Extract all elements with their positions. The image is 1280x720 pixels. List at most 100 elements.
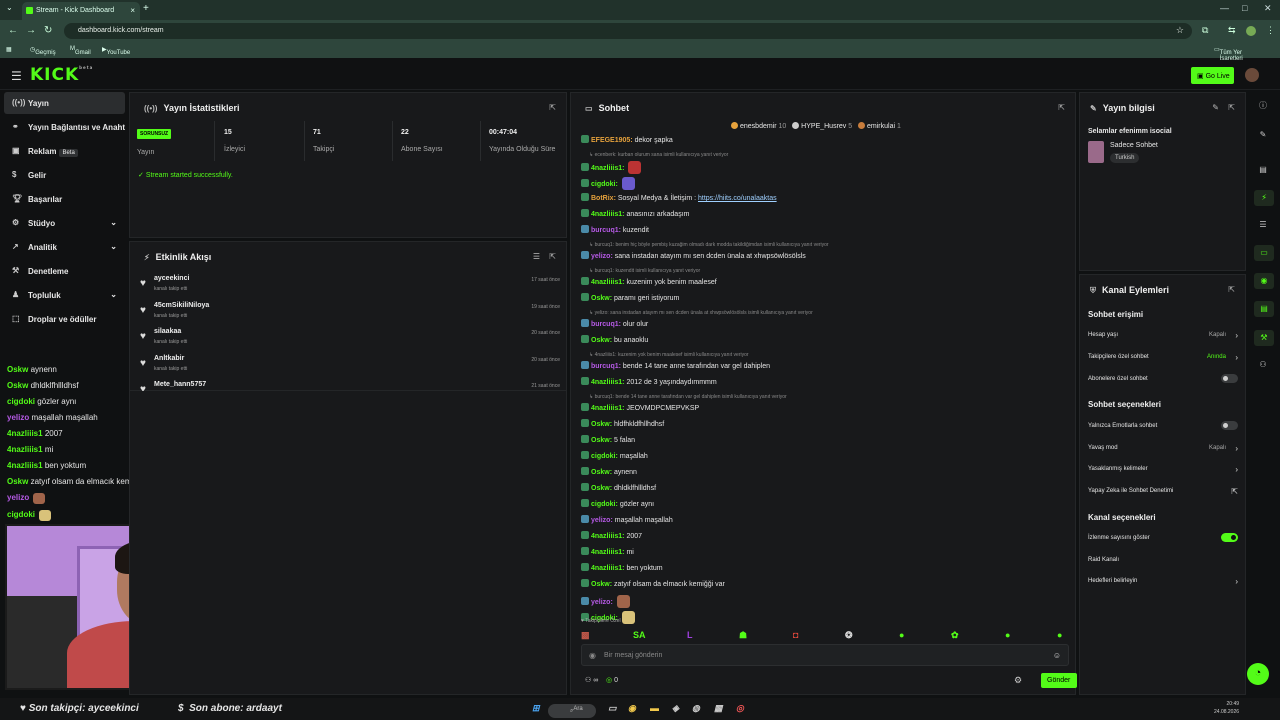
stats-icon[interactable]: ▤ bbox=[1250, 165, 1276, 174]
kick-logo[interactable]: KICKbeta bbox=[30, 65, 93, 85]
sidebar-item-stream[interactable]: ((•)) Yayın bbox=[4, 92, 125, 114]
chat-username[interactable]: yelizo bbox=[591, 517, 610, 524]
chat-username[interactable]: Oskw bbox=[591, 437, 610, 444]
goals-setting[interactable]: Hedefleri belirleyin › bbox=[1088, 577, 1240, 586]
sidebar-item-ads[interactable]: ▣ Reklam Beta bbox=[4, 140, 125, 162]
emote-icon[interactable]: ☗ bbox=[739, 630, 747, 641]
slow-mode-setting[interactable]: Yavaş mod Kapalı › bbox=[1088, 444, 1240, 453]
obs-icon[interactable]: ▦ bbox=[714, 703, 723, 714]
sidebar-item-stream-key[interactable]: ⚭ Yayın Bağlantısı ve Anahtarı bbox=[4, 116, 125, 138]
bookmark-youtube[interactable]: ▶ YouTube bbox=[102, 46, 130, 56]
chat-username[interactable]: Oskw bbox=[591, 421, 610, 428]
extensions-icon[interactable]: ⧉ bbox=[1202, 25, 1208, 36]
go-live-button[interactable]: ▣ Go Live bbox=[1191, 67, 1234, 84]
emote-icon[interactable]: ✿ bbox=[951, 630, 959, 641]
broadcast-icon[interactable]: ◉ bbox=[1254, 273, 1274, 289]
chat-username[interactable]: burcuq1 bbox=[591, 227, 619, 234]
sidebar-item-revenue[interactable]: $ Gelir bbox=[4, 164, 125, 186]
info-icon[interactable]: ⓘ bbox=[1250, 100, 1276, 111]
list-icon[interactable]: ☰ bbox=[1250, 220, 1276, 229]
raid-setting[interactable]: Raid Kanalı bbox=[1088, 557, 1240, 563]
followers-only-setting[interactable]: Takipçilere özel sohbet Anında › bbox=[1088, 353, 1240, 362]
popout-icon[interactable]: ⇱ bbox=[1058, 103, 1065, 112]
all-bookmarks[interactable]: ▭ Tüm Yer İşaretleri bbox=[1214, 46, 1243, 62]
tab-list-icon[interactable]: ⌄ bbox=[6, 3, 13, 12]
emotes-only-toggle[interactable] bbox=[1221, 421, 1238, 430]
chat-input[interactable]: ◉ Bir mesaj gönderin ☺ bbox=[581, 644, 1069, 666]
popout-icon[interactable]: ⇱ bbox=[549, 103, 556, 112]
chat-username[interactable]: BotRix bbox=[591, 195, 614, 202]
sidebar-item-drops[interactable]: ⬚ Droplar ve ödüller bbox=[4, 308, 125, 330]
chat-username[interactable]: cigdoki bbox=[591, 181, 616, 188]
maximize-icon[interactable]: □ bbox=[1242, 3, 1247, 13]
gear-icon[interactable]: ⚙ bbox=[1014, 675, 1022, 686]
edit-icon[interactable]: ✎ bbox=[1250, 130, 1276, 139]
taskbar-search[interactable]: ⌕ Ara bbox=[548, 704, 596, 718]
chat-username[interactable]: Oskw bbox=[591, 485, 610, 492]
chat-username[interactable]: Oskw bbox=[591, 469, 610, 476]
chat-username[interactable]: cigdoki bbox=[591, 453, 616, 460]
chat-username[interactable]: yelizo bbox=[591, 599, 610, 606]
show-viewers-toggle[interactable] bbox=[1221, 533, 1238, 542]
community-icon[interactable]: ⚇ bbox=[1250, 360, 1276, 369]
emote-icon[interactable]: ◘ bbox=[793, 630, 798, 640]
sidebar-item-studio[interactable]: ⚙ Stüdyo ⌄ bbox=[4, 212, 125, 234]
emote-icon[interactable]: ❂ bbox=[845, 630, 853, 641]
profile-avatar[interactable] bbox=[1246, 26, 1256, 36]
chrome-icon[interactable]: ◉ bbox=[628, 703, 636, 714]
event-user[interactable]: ayceekinci bbox=[154, 275, 189, 282]
chat-username[interactable]: 4nazliiis1 bbox=[591, 405, 622, 412]
folder-icon[interactable]: ▬ bbox=[650, 703, 659, 713]
new-tab-icon[interactable]: + bbox=[143, 3, 149, 14]
chat-username[interactable]: EFEGE1905 bbox=[591, 137, 630, 144]
event-user[interactable]: Anltkabir bbox=[154, 355, 184, 362]
popout-icon[interactable]: ⇱ bbox=[1228, 103, 1235, 112]
close-window-icon[interactable]: ✕ bbox=[1264, 3, 1272, 14]
chat-username[interactable]: 4nazliiis1 bbox=[591, 565, 622, 572]
banned-words-setting[interactable]: Yasaklanmış kelimeler › bbox=[1088, 465, 1240, 474]
back-icon[interactable]: ← bbox=[8, 25, 18, 36]
edit-icon[interactable]: ✎ bbox=[1212, 103, 1219, 112]
event-user[interactable]: silaakaa bbox=[154, 328, 181, 335]
popout-icon[interactable]: ⇱ bbox=[549, 252, 556, 261]
popout-icon[interactable]: ⇱ bbox=[1228, 285, 1235, 294]
reload-icon[interactable]: ↻ bbox=[44, 25, 52, 36]
sidebar-item-analytics[interactable]: ↗ Analitik ⌄ bbox=[4, 236, 125, 258]
moderation-icon[interactable]: ⚒ bbox=[1254, 330, 1274, 346]
emote-icon[interactable]: ▩ bbox=[581, 630, 590, 641]
send-button[interactable]: Gönder bbox=[1041, 673, 1077, 688]
app-icon[interactable]: ◎ bbox=[736, 703, 744, 714]
emote-icon[interactable]: ● bbox=[899, 630, 904, 640]
help-chat-icon[interactable]: ◔ bbox=[1247, 663, 1269, 685]
sidebar-item-achievements[interactable]: 🏆︎ Başarılar bbox=[4, 188, 125, 210]
top-gifter[interactable]: emirkulai 1 bbox=[858, 122, 901, 130]
menu-dots-icon[interactable]: ⋮ bbox=[1266, 25, 1275, 36]
chat-username[interactable]: Oskw bbox=[591, 581, 610, 588]
activity-icon[interactable]: ⚡︎ bbox=[1254, 190, 1274, 206]
chat-username[interactable]: 4nazliiis1 bbox=[591, 165, 622, 172]
chat-username[interactable]: burcuq1 bbox=[591, 321, 619, 328]
sidebar-item-community[interactable]: ♟ Topluluk ⌄ bbox=[4, 284, 125, 306]
top-gifter[interactable]: enesbdemir 10 bbox=[731, 122, 786, 130]
minimize-icon[interactable]: — bbox=[1220, 3, 1229, 13]
discord-icon[interactable]: ◈ bbox=[672, 703, 679, 714]
forward-icon[interactable]: → bbox=[26, 25, 36, 36]
chat-username[interactable]: 4nazliiis1 bbox=[591, 549, 622, 556]
ai-moderation-setting[interactable]: Yapay Zeka ile Sohbet Denetimi ⇱ bbox=[1088, 487, 1240, 496]
bookmark-gmail[interactable]: M Gmail bbox=[70, 46, 91, 56]
chat-username[interactable]: burcuq1 bbox=[591, 363, 619, 370]
windows-start-icon[interactable]: ⊞ bbox=[532, 703, 540, 714]
chat-link[interactable]: https://hiits.co/unalaaktas bbox=[698, 195, 777, 202]
emoji-icon[interactable]: ☺ bbox=[1053, 651, 1061, 660]
bookmark-star-icon[interactable]: ☆ bbox=[1176, 25, 1184, 36]
event-user[interactable]: 45cmSikiliNiloya bbox=[154, 302, 209, 309]
browser-tab[interactable]: Stream - Kick Dashboard × bbox=[22, 2, 140, 20]
chat-username[interactable]: 4nazliiis1 bbox=[591, 211, 622, 218]
steam-icon[interactable]: ◍ bbox=[692, 703, 700, 714]
user-avatar[interactable] bbox=[1245, 68, 1259, 82]
chat-username[interactable]: 4nazliiis1 bbox=[591, 379, 622, 386]
chat-username[interactable]: 4nazliiis1 bbox=[591, 533, 622, 540]
chat-username[interactable]: 4nazliiis1 bbox=[591, 279, 622, 286]
chat-username[interactable]: yelizo bbox=[591, 253, 610, 260]
emote-icon[interactable]: ● bbox=[1005, 630, 1010, 640]
